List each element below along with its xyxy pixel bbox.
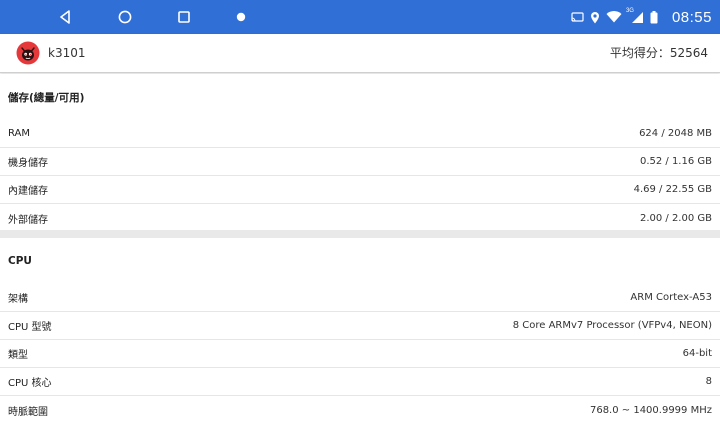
row-value: ARM Cortex-A53: [630, 292, 712, 303]
row-label: 類型: [8, 350, 28, 361]
cpu-section: CPU 架構 ARM Cortex-A53 CPU 型號 8 Core ARMv…: [0, 238, 720, 421]
section-title: 儲存(總量/可用): [8, 91, 85, 104]
table-row: 內建儲存 4.69 / 22.55 GB: [0, 176, 720, 204]
row-label: CPU 核心: [8, 378, 52, 389]
back-button[interactable]: [48, 0, 82, 34]
row-value: 8 Core ARMv7 Processor (VFPv4, NEON): [512, 320, 712, 331]
row-label: 時脈範圍: [8, 406, 48, 418]
status-bar: 3G 08:55: [0, 0, 720, 34]
row-value: 4.69 / 22.55 GB: [633, 184, 712, 195]
extra-nav-button[interactable]: [224, 0, 258, 34]
recent-apps-button[interactable]: [167, 0, 201, 34]
cast-icon: [571, 11, 584, 22]
device-name: k3101: [48, 46, 86, 60]
table-row: CPU 核心 8: [0, 368, 720, 396]
row-label: 內建儲存: [8, 186, 48, 197]
row-value: 768.0 ~ 1400.9999 MHz: [589, 404, 712, 416]
recent-apps-icon: [178, 11, 190, 23]
section-title: CPU: [8, 255, 32, 267]
wifi-icon: [606, 11, 622, 23]
storage-section: 儲存(總量/可用) RAM 624 / 2048 MB 機身儲存 0.52 / …: [0, 74, 720, 232]
table-row: 時脈範圍 768.0 ~ 1400.9999 MHz: [0, 396, 720, 421]
status-icons: 3G 08:55: [571, 0, 712, 34]
row-label: RAM: [8, 128, 31, 139]
signal-icon: [631, 11, 643, 23]
back-icon: [60, 10, 70, 24]
table-row: CPU 型號 8 Core ARMv7 Processor (VFPv4, NE…: [0, 312, 720, 340]
home-icon: [118, 10, 132, 24]
table-row: 外部儲存 2.00 / 2.00 GB: [0, 204, 720, 232]
app-header: k3101 平均得分：52564: [0, 34, 720, 73]
clock: 08:55: [671, 8, 712, 26]
row-value: 0.52 / 1.16 GB: [639, 156, 712, 167]
table-row: 架構 ARM Cortex-A53: [0, 284, 720, 312]
row-value: 8: [705, 376, 712, 387]
row-label: 外部儲存: [8, 214, 48, 226]
table-row: 類型 64-bit: [0, 340, 720, 368]
battery-icon: [650, 10, 658, 23]
row-label: 架構: [8, 294, 28, 305]
location-icon: [590, 11, 599, 23]
dot-icon: [236, 12, 246, 22]
table-row: RAM 624 / 2048 MB: [0, 120, 720, 148]
table-row: 機身儲存 0.52 / 1.16 GB: [0, 148, 720, 176]
section-divider: [0, 230, 720, 238]
row-value: 2.00 / 2.00 GB: [639, 212, 712, 224]
home-button[interactable]: [108, 0, 142, 34]
signal-indicator: 3G: [626, 8, 644, 24]
row-label: CPU 型號: [8, 322, 52, 333]
average-score: 平均得分：52564: [609, 46, 708, 60]
row-label: 機身儲存: [8, 158, 48, 169]
row-value: 624 / 2048 MB: [639, 128, 712, 139]
antutu-logo-icon: [16, 41, 40, 65]
row-value: 64-bit: [682, 348, 712, 359]
